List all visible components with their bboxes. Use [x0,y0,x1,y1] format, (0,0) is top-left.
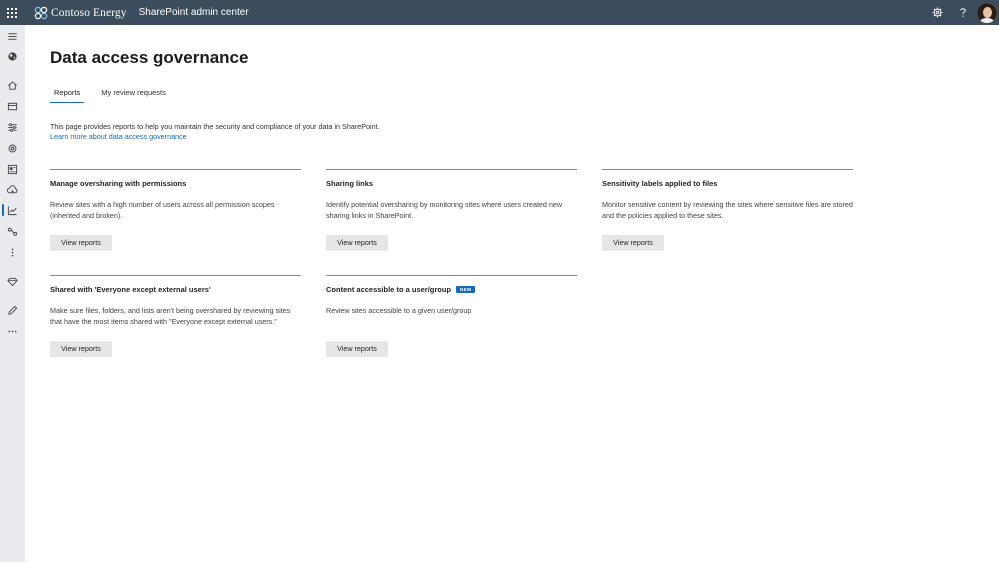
card-content-accessible: Content accessible to a user/group NEW R… [326,275,577,357]
connections-icon[interactable] [0,223,25,239]
card-description: Make sure files, folders, and lists aren… [50,306,291,326]
new-badge: NEW [456,285,476,293]
left-nav [0,25,25,562]
globe-icon[interactable] [0,48,25,64]
card-title: Content accessible to a user/group [326,284,452,294]
settings-icon[interactable] [925,0,950,25]
intro-text: This page provides reports to help you m… [50,122,380,142]
card-shared-with-everyone: Shared with 'Everyone except external us… [50,275,301,357]
card-description: Review sites accessible to a given user/… [326,306,472,315]
view-reports-button[interactable]: View reports [326,341,388,357]
card-title: Sharing links [326,178,374,188]
brand[interactable]: Contoso Energy [34,6,127,20]
view-reports-button[interactable]: View reports [602,235,664,251]
app-name[interactable]: SharePoint admin center [139,7,249,18]
card-title-row: Content accessible to a user/group NEW [326,284,577,294]
edit-icon[interactable] [0,302,25,318]
content-services-icon[interactable] [0,161,25,177]
migration-icon[interactable] [0,182,25,198]
card-sensitivity-labels: Sensitivity labels applied to files Moni… [602,169,853,251]
avatar[interactable] [977,2,997,23]
help-icon[interactable] [950,0,975,25]
brand-name: Contoso Energy [51,6,127,19]
tab-my-review-requests[interactable]: My review requests [97,88,170,103]
intro-description: This page provides reports to help you m… [50,122,380,131]
premium-icon[interactable] [0,273,25,289]
top-bar: Contoso Energy SharePoint admin center [0,0,999,25]
sites-icon[interactable] [0,98,25,114]
view-reports-button[interactable]: View reports [326,235,388,251]
card-description: Identify potential oversharing by monito… [326,200,563,220]
main-content: Data access governance Reports My review… [25,25,999,562]
view-reports-button[interactable]: View reports [50,341,112,357]
card-title: Shared with 'Everyone except external us… [50,284,211,294]
page-title: Data access governance [50,48,249,67]
contoso-logo-icon [34,6,48,19]
card-title: Manage oversharing with permissions [50,178,187,188]
settings-icon[interactable] [0,140,25,156]
learn-more-link[interactable]: Learn more about data access governance [50,132,380,142]
card-sharing-links: Sharing links Identify potential oversha… [326,169,577,251]
tab-list: Reports My review requests [50,88,183,103]
card-manage-oversharing: Manage oversharing with permissions Revi… [50,169,301,251]
waffle-icon[interactable] [0,0,24,25]
home-icon[interactable] [0,77,25,93]
card-description: Monitor sensitive content by reviewing t… [602,200,853,220]
card-title: Sensitivity labels applied to files [602,178,718,188]
more-vertical-icon[interactable] [0,244,25,260]
hamburger-icon[interactable] [0,28,25,44]
more-horizontal-icon[interactable] [0,323,25,339]
card-description: Review sites with a high number of users… [50,200,275,220]
policies-icon[interactable] [0,119,25,135]
view-reports-button[interactable]: View reports [50,235,112,251]
tab-reports[interactable]: Reports [50,88,85,103]
reports-icon[interactable] [0,202,25,218]
